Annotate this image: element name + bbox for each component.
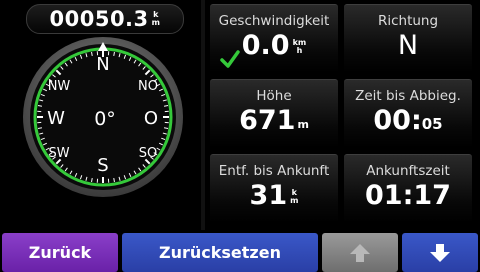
speed-label: Geschwindigkeit bbox=[218, 13, 330, 29]
tile-time-to-turn[interactable]: Zeit bis Abbieg. 00: 05 bbox=[344, 79, 472, 148]
odometer-unit: k m bbox=[151, 10, 161, 27]
tile-distance-to-arrival[interactable]: Entf. bis Ankunft 31 k m bbox=[210, 154, 338, 223]
compass-label-s: S bbox=[97, 155, 108, 176]
odometer-value: 00050.3 bbox=[49, 7, 149, 31]
compass-label-n: N bbox=[96, 54, 109, 75]
scroll-up-button[interactable] bbox=[322, 233, 398, 272]
arrival-time-value: 01:17 bbox=[365, 180, 451, 211]
compass-tick bbox=[91, 51, 93, 57]
compass-label-w: W bbox=[47, 108, 65, 129]
compass-tick bbox=[91, 177, 93, 183]
arrival-time-label: Ankunftszeit bbox=[366, 163, 450, 179]
time-to-turn-label: Zeit bis Abbieg. bbox=[355, 88, 461, 104]
compass-label-se: SO bbox=[139, 146, 157, 161]
speed-unit: km h bbox=[292, 38, 307, 55]
scroll-down-button[interactable] bbox=[402, 233, 478, 272]
compass: N NO O SO S SW W NW 0° bbox=[23, 37, 183, 197]
altitude-label: Höhe bbox=[256, 88, 292, 104]
tile-arrival-time[interactable]: Ankunftszeit 01:17 bbox=[344, 154, 472, 223]
altitude-value-row: 671 m bbox=[210, 105, 338, 136]
distance-to-arrival-value: 31 bbox=[249, 180, 288, 211]
compass-label-sw: SW bbox=[48, 146, 69, 161]
compass-label-ne: NO bbox=[138, 79, 158, 94]
compass-tick bbox=[163, 127, 169, 129]
tile-altitude[interactable]: Höhe 671 m bbox=[210, 79, 338, 148]
trip-odometer: 00050.3 k m bbox=[26, 4, 184, 34]
time-to-turn-value-row: 00: 05 bbox=[344, 105, 472, 136]
time-to-turn-seconds: 05 bbox=[421, 115, 443, 133]
reset-button[interactable]: Zurücksetzen bbox=[122, 233, 318, 272]
distance-to-arrival-unit: k m bbox=[290, 188, 299, 205]
compass-tick bbox=[163, 105, 169, 107]
compass-tick bbox=[37, 127, 43, 129]
compass-label-nw: NW bbox=[48, 79, 71, 94]
time-to-turn-value: 00: bbox=[373, 105, 422, 136]
compass-label-e: O bbox=[144, 108, 158, 129]
arrival-time-value-row: 01:17 bbox=[344, 180, 472, 211]
compass-tick bbox=[113, 51, 115, 57]
compass-heading: 0° bbox=[94, 108, 116, 130]
compass-tick bbox=[37, 105, 43, 107]
speed-value-row: 0.0 km h bbox=[210, 30, 338, 61]
direction-value-row: N bbox=[344, 30, 472, 61]
altitude-unit: m bbox=[297, 118, 309, 131]
direction-label: Richtung bbox=[377, 13, 439, 29]
panel-divider bbox=[201, 0, 205, 230]
altitude-value: 671 bbox=[239, 105, 296, 136]
speed-value: 0.0 bbox=[241, 30, 290, 61]
compass-tick bbox=[113, 177, 115, 183]
arrow-down-icon bbox=[430, 243, 450, 262]
tile-direction[interactable]: Richtung N bbox=[344, 4, 472, 73]
arrow-up-icon bbox=[350, 243, 370, 262]
button-bar: Zurück Zurücksetzen bbox=[0, 230, 480, 272]
tile-speed[interactable]: Geschwindigkeit 0.0 km h bbox=[210, 4, 338, 73]
distance-to-arrival-label: Entf. bis Ankunft bbox=[218, 163, 330, 179]
distance-to-arrival-value-row: 31 k m bbox=[210, 180, 338, 211]
back-button[interactable]: Zurück bbox=[2, 233, 118, 272]
direction-value: N bbox=[397, 30, 419, 61]
